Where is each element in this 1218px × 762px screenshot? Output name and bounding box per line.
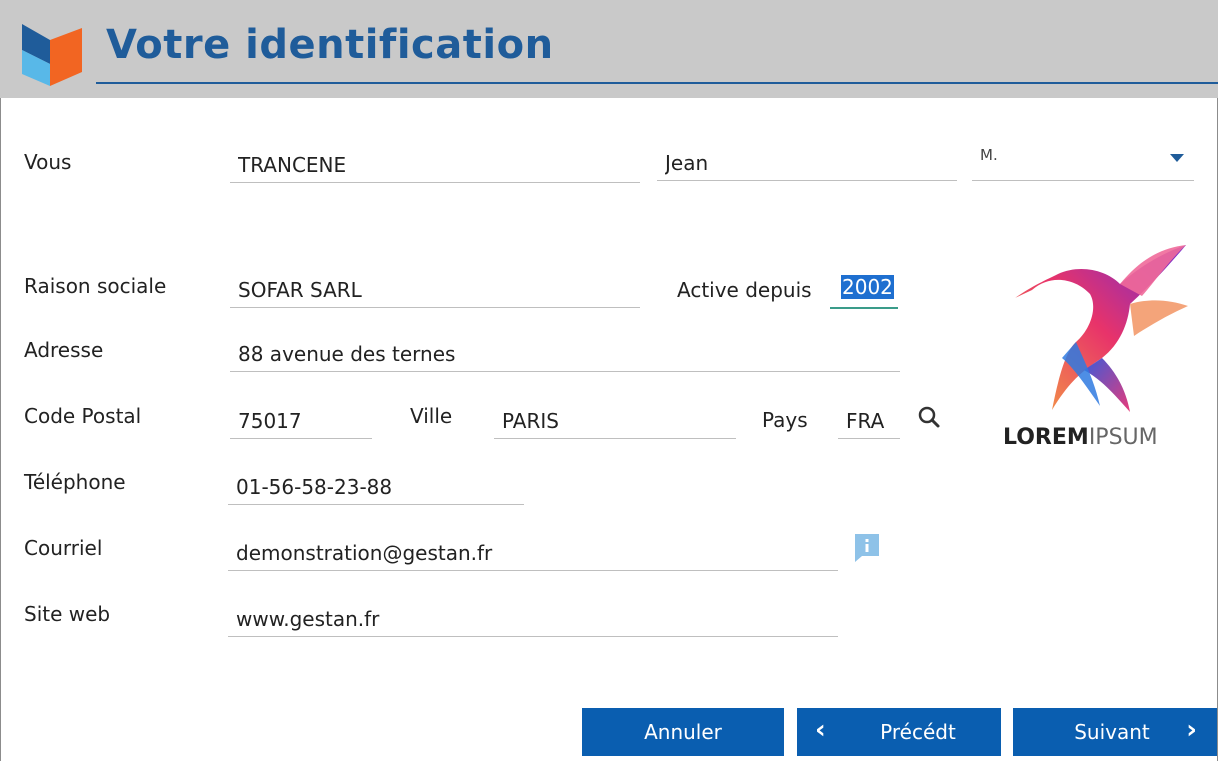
previous-button-label: Précédt <box>880 720 956 744</box>
courriel-field[interactable] <box>228 536 838 571</box>
telephone-input[interactable] <box>228 470 524 504</box>
site-web-field[interactable] <box>228 602 838 637</box>
brand-light: IPSUM <box>1088 425 1158 450</box>
raison-sociale-input[interactable] <box>230 273 640 307</box>
next-button[interactable]: Suivant › <box>1013 708 1217 756</box>
courriel-label: Courriel <box>24 536 103 560</box>
cancel-button[interactable]: Annuler <box>582 708 784 756</box>
page-title: Votre identification <box>106 22 554 68</box>
raison-sociale-label: Raison sociale <box>24 274 167 298</box>
ville-input[interactable] <box>494 404 736 438</box>
previous-button[interactable]: ‹ Précédt <box>797 708 1001 756</box>
header-underline <box>96 82 1218 84</box>
brand-name: LOREMIPSUM <box>1003 425 1158 450</box>
prenom-input[interactable] <box>657 146 957 180</box>
prenom-field[interactable] <box>657 146 957 181</box>
chevron-left-icon: ‹ <box>815 715 826 745</box>
brand-bold: LOREM <box>1003 425 1089 450</box>
chevron-right-icon: › <box>1186 715 1197 745</box>
ville-field[interactable] <box>494 404 736 439</box>
cancel-button-label: Annuler <box>644 720 722 744</box>
site-web-label: Site web <box>24 602 111 626</box>
active-depuis-field[interactable]: 2002 <box>830 273 898 309</box>
search-icon[interactable] <box>917 405 943 431</box>
telephone-field[interactable] <box>228 470 524 505</box>
active-depuis-value[interactable]: 2002 <box>841 275 894 299</box>
code-postal-field[interactable] <box>230 404 372 439</box>
bird-logo-icon <box>1015 245 1188 412</box>
pays-field[interactable] <box>838 404 900 439</box>
courriel-input[interactable] <box>228 536 838 570</box>
nom-field[interactable] <box>230 148 640 183</box>
ville-label: Ville <box>410 404 453 428</box>
civilite-select[interactable]: M. <box>972 146 1194 181</box>
adresse-input[interactable] <box>230 337 900 371</box>
next-button-label: Suivant <box>1074 720 1150 744</box>
nom-input[interactable] <box>230 148 640 182</box>
site-web-input[interactable] <box>228 602 838 636</box>
pays-input[interactable] <box>838 404 900 438</box>
adresse-field[interactable] <box>230 337 900 372</box>
app-logo-icon <box>22 24 82 86</box>
header-bar: Votre identification <box>0 0 1218 98</box>
chevron-down-icon[interactable] <box>1170 154 1184 162</box>
pays-label: Pays <box>762 408 808 432</box>
raison-sociale-field[interactable] <box>230 273 640 308</box>
active-depuis-label: Active depuis <box>677 278 812 302</box>
info-icon[interactable] <box>852 532 882 564</box>
vous-label: Vous <box>24 150 72 174</box>
code-postal-label: Code Postal <box>24 404 142 428</box>
code-postal-input[interactable] <box>230 404 372 438</box>
telephone-label: Téléphone <box>24 470 126 494</box>
adresse-label: Adresse <box>24 338 104 362</box>
civilite-value: M. <box>980 146 998 164</box>
